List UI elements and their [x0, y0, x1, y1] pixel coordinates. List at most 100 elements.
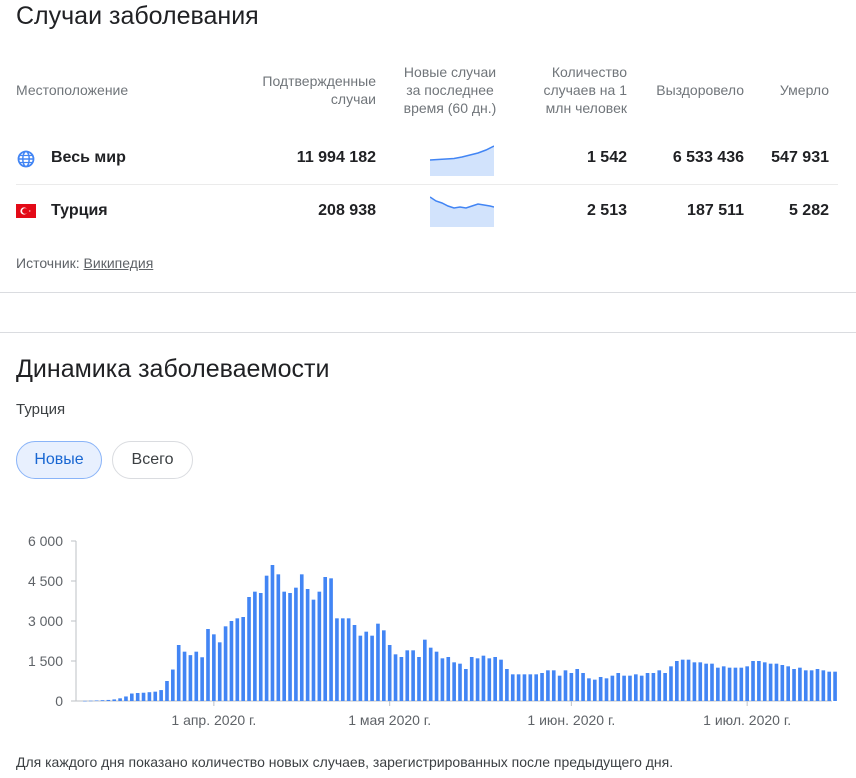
y-tick-label: 6 000	[28, 533, 63, 549]
header-recovered: Выздоровело	[656, 82, 744, 98]
chart-bar	[112, 699, 117, 701]
y-tick-label: 1 500	[28, 653, 63, 669]
chart-bar	[411, 650, 415, 701]
chart-bar	[692, 662, 697, 701]
chart-bar	[569, 673, 574, 701]
chart-bar	[311, 599, 316, 701]
recovered-value: 6 533 436	[672, 149, 744, 166]
sparkline-world	[430, 145, 494, 176]
chart-bar	[370, 635, 374, 701]
source-label: Источник:	[16, 255, 80, 271]
chart-bar	[803, 670, 808, 701]
chart-bar	[780, 665, 785, 701]
chart-bar	[604, 678, 609, 701]
y-tick-label: 4 500	[28, 573, 63, 589]
chart-bar	[727, 667, 732, 701]
chart-bar	[651, 673, 656, 701]
chart-bar	[475, 658, 480, 701]
chart-bar	[405, 650, 410, 701]
chart-bar	[827, 671, 832, 701]
dynamics-card: Динамика заболеваемости Турция Новые Все…	[0, 332, 856, 778]
chart-bar	[452, 662, 456, 701]
chart-bar	[100, 700, 105, 701]
chart-bar	[733, 667, 738, 701]
chart-bar	[768, 663, 773, 701]
chart-bar	[616, 673, 621, 701]
chart-bar	[686, 659, 691, 701]
chart-bar	[376, 623, 380, 701]
chart-bar	[669, 666, 673, 701]
chart-bar	[88, 700, 93, 702]
chart-bar	[200, 657, 204, 701]
chart-bar	[346, 618, 351, 701]
chart-bar	[358, 635, 363, 701]
chart-bar	[680, 659, 685, 701]
header-confirmed: Подтвержденные случаи	[262, 73, 376, 107]
per-million-value: 2 513	[586, 202, 627, 219]
chart-bar	[592, 679, 597, 701]
chart-bar	[704, 663, 708, 701]
chart-bar	[440, 658, 445, 701]
chart-bar	[223, 626, 228, 701]
chart-bar	[135, 693, 140, 701]
chart-bar	[546, 670, 550, 701]
chart-bar	[487, 658, 492, 701]
chart-bar	[176, 645, 181, 701]
deaths-value: 5 282	[788, 202, 829, 219]
source-line: Источник: Википедия	[16, 255, 153, 271]
chart-bar	[645, 673, 650, 701]
chart-bar	[446, 657, 451, 701]
chart-bar	[258, 593, 263, 701]
chart-bar	[634, 674, 638, 701]
chart-bar	[774, 663, 779, 701]
chart-bar	[159, 690, 163, 701]
turkey-flag-icon	[16, 201, 36, 221]
chart-bar	[809, 670, 814, 701]
chart-bar	[270, 565, 275, 701]
y-tick-label: 0	[55, 693, 63, 709]
chart-bar	[217, 642, 222, 701]
chart-bar	[716, 667, 720, 701]
chart-bar	[434, 651, 439, 701]
header-per-million: Количество случаев на 1 млн человек	[543, 64, 627, 116]
cases-card: Случаи заболевания Местоположение Подтве…	[0, 0, 856, 293]
chart-bar	[212, 634, 216, 701]
chart-bar	[622, 675, 626, 701]
chart-bar	[510, 674, 515, 701]
chart-bar	[534, 674, 538, 701]
chart-bar	[317, 591, 322, 701]
header-deaths: Умерло	[779, 82, 829, 98]
chart-bar	[663, 673, 667, 701]
chart-bar	[106, 699, 111, 701]
chart-bar	[815, 669, 820, 701]
chart-bar	[182, 651, 187, 701]
table-row-turkey[interactable]: Турция 208 938 2 513 187 511 5 282	[0, 185, 838, 237]
chart-bar	[393, 654, 398, 701]
table-row-world[interactable]: Весь мир 11 994 182 1 542 6 533 436 547 …	[0, 132, 838, 184]
chart-bar	[657, 670, 662, 701]
chart-bar	[94, 700, 99, 701]
recovered-value: 187 511	[687, 202, 744, 219]
chart-bar	[264, 575, 269, 701]
chart-bar	[528, 674, 533, 701]
chart-bar	[288, 593, 292, 701]
y-tick-label: 3 000	[28, 613, 63, 629]
chart-bar	[522, 674, 527, 701]
location-name: Турция	[51, 202, 108, 219]
source-link[interactable]: Википедия	[84, 255, 154, 271]
chart-bar	[745, 666, 749, 701]
chart-bar	[323, 577, 328, 701]
chart-bar	[516, 674, 521, 701]
chart-bar	[792, 669, 796, 701]
chart-bar	[639, 675, 644, 701]
x-tick-label: 1 мая 2020 г.	[348, 712, 431, 728]
chart-bar	[399, 657, 404, 701]
chart-bar	[721, 666, 726, 701]
chart-bar	[299, 574, 304, 701]
chart-bar	[557, 675, 562, 701]
chart-bar	[124, 696, 128, 701]
chart-bar	[83, 700, 87, 702]
total-cases-chip[interactable]: Всего	[112, 441, 193, 479]
new-cases-chip[interactable]: Новые	[16, 441, 102, 479]
chart-bar	[171, 669, 175, 701]
